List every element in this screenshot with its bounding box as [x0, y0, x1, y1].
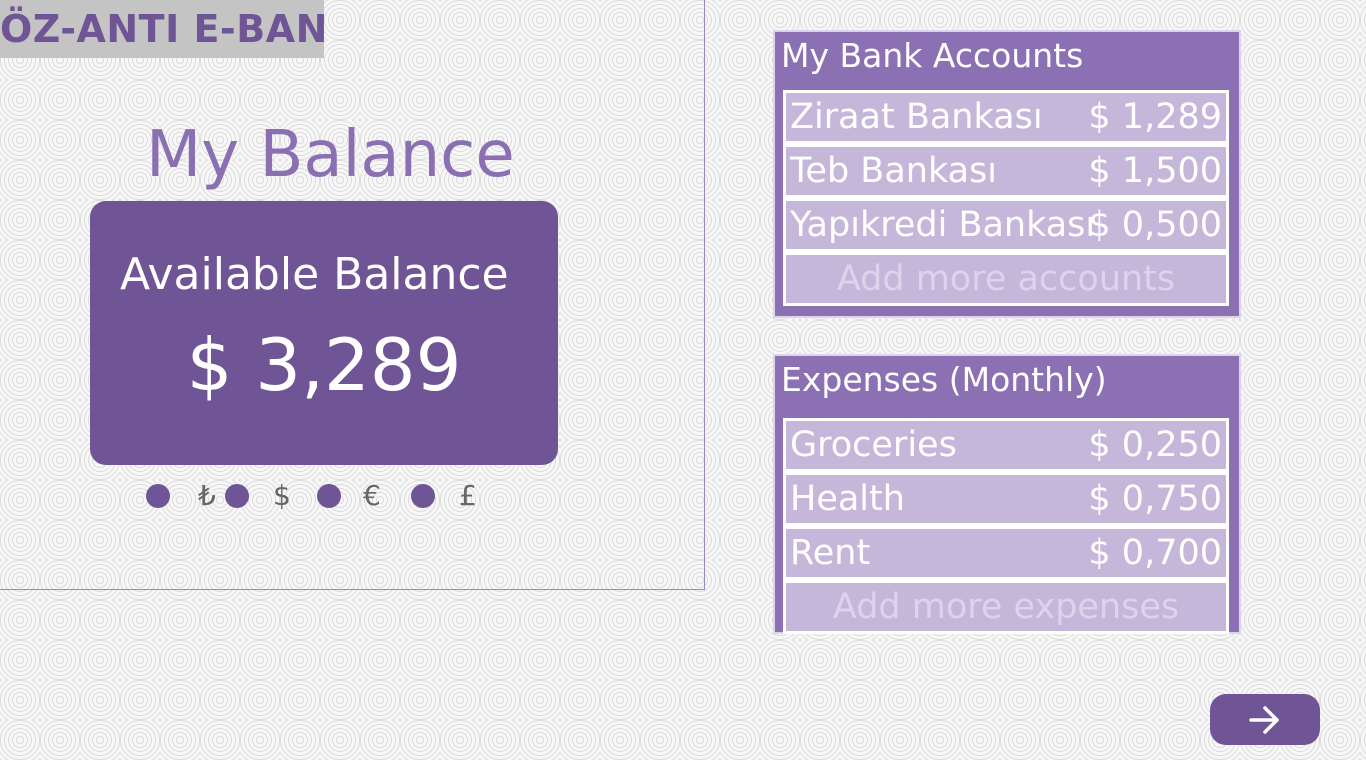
- account-row-teb[interactable]: Teb Bankası $ 1,500: [786, 147, 1226, 195]
- bank-accounts-title: My Bank Accounts: [781, 36, 1084, 75]
- expenses-list: Groceries $ 0,250 Health $ 0,750 Rent $ …: [783, 418, 1229, 634]
- radio-dot-icon[interactable]: [317, 484, 341, 508]
- add-accounts-label: Add more accounts: [836, 259, 1176, 299]
- arrow-right-icon: [1249, 705, 1279, 734]
- next-button[interactable]: [1210, 694, 1320, 745]
- add-accounts-button[interactable]: Add more accounts: [786, 255, 1226, 303]
- expense-row-groceries[interactable]: Groceries $ 0,250: [786, 421, 1226, 469]
- expense-row-health[interactable]: Health $ 0,750: [786, 475, 1226, 523]
- account-value: $ 1,289: [1088, 97, 1222, 137]
- available-balance-label: Available Balance: [120, 249, 509, 300]
- expense-name: Health: [790, 479, 905, 519]
- account-name: Yapıkredi Bankası: [790, 205, 1096, 245]
- expense-value: $ 0,250: [1088, 425, 1222, 465]
- expense-name: Groceries: [790, 425, 957, 465]
- radio-dot-icon[interactable]: [146, 484, 170, 508]
- expense-value: $ 0,700: [1088, 533, 1222, 573]
- currency-selector: ₺ $ € £: [140, 478, 500, 518]
- add-expenses-button[interactable]: Add more expenses: [786, 583, 1226, 631]
- lira-symbol: ₺: [198, 479, 216, 512]
- account-row-yapikredi[interactable]: Yapıkredi Bankası $ 0,500: [786, 201, 1226, 249]
- available-balance-amount: $ 3,289: [186, 323, 462, 407]
- bank-accounts-list: Ziraat Bankası $ 1,289 Teb Bankası $ 1,5…: [783, 90, 1229, 306]
- account-name: Ziraat Bankası: [790, 97, 1043, 137]
- account-value: $ 1,500: [1088, 151, 1222, 191]
- page-title: My Balance: [146, 118, 515, 192]
- account-name: Teb Bankası: [790, 151, 998, 191]
- bank-accounts-panel: My Bank Accounts Ziraat Bankası $ 1,289 …: [773, 30, 1241, 318]
- expense-name: Rent: [790, 533, 871, 573]
- expenses-title: Expenses (Monthly): [781, 360, 1107, 399]
- balance-card: Available Balance $ 3,289: [90, 201, 558, 465]
- expense-row-rent[interactable]: Rent $ 0,700: [786, 529, 1226, 577]
- radio-dot-icon[interactable]: [411, 484, 435, 508]
- account-row-ziraat[interactable]: Ziraat Bankası $ 1,289: [786, 93, 1226, 141]
- radio-dot-icon[interactable]: [225, 484, 249, 508]
- dollar-symbol: $: [273, 479, 291, 512]
- add-expenses-label: Add more expenses: [832, 587, 1180, 627]
- account-value: $ 0,500: [1088, 205, 1222, 245]
- expense-value: $ 0,750: [1088, 479, 1222, 519]
- expenses-panel: Expenses (Monthly) Groceries $ 0,250 Hea…: [773, 354, 1241, 634]
- pound-symbol: £: [459, 479, 477, 512]
- euro-symbol: €: [363, 479, 381, 512]
